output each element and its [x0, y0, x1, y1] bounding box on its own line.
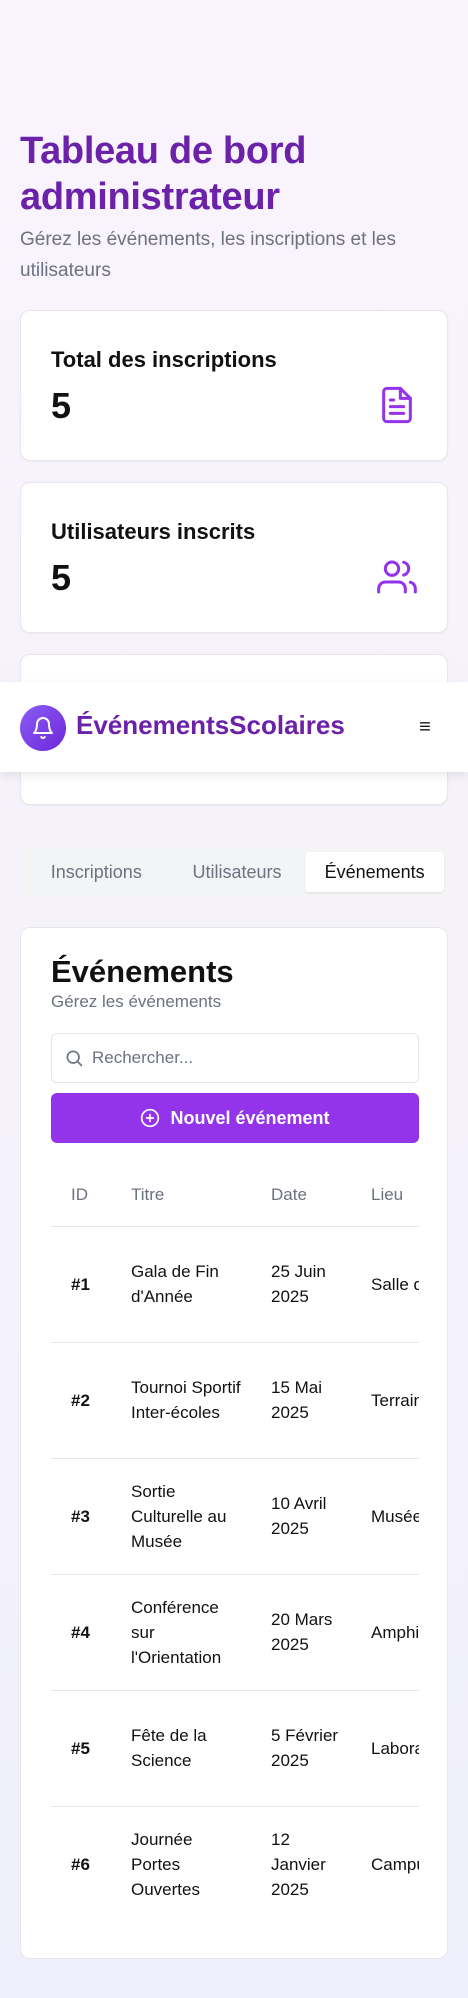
column-header-lieu: Lieu: [351, 1165, 419, 1227]
new-event-button[interactable]: Nouvel événement: [51, 1093, 419, 1143]
new-event-label: Nouvel événement: [170, 1107, 330, 1128]
events-title: Événements: [51, 954, 234, 989]
tabs: Inscriptions Utilisateurs Événements: [20, 848, 448, 896]
cell-id: #5: [51, 1690, 111, 1807]
cell-lieu: Laboratoire de l'école: [351, 1690, 419, 1807]
navbar: ÉvénementsScolaires ≡: [0, 682, 468, 772]
column-header-title: Titre: [111, 1165, 251, 1227]
cell-id: #4: [51, 1574, 111, 1691]
cell-date: 25 Juin 2025: [251, 1226, 351, 1343]
brand-name[interactable]: ÉvénementsScolaires: [76, 710, 345, 741]
events-table-scroll[interactable]: ID Titre Date Lieu #1 Gala de Fin d'Anné…: [51, 1165, 419, 1945]
stat-card-registrations: Total des inscriptions 5: [20, 310, 448, 461]
cell-id: #1: [51, 1226, 111, 1343]
search-box: [51, 1033, 419, 1083]
bell-icon[interactable]: [20, 705, 66, 751]
cell-lieu: Salle des Fêtes du Lycée: [351, 1226, 419, 1343]
hamburger-menu-icon[interactable]: ≡: [412, 715, 438, 739]
cell-title: Conférence sur l'Orientation: [111, 1574, 251, 1691]
users-icon: [377, 560, 417, 594]
cell-title: Gala de Fin d'Année: [111, 1226, 251, 1343]
events-description: Gérez les événements: [51, 992, 222, 1011]
stat-value: 5: [51, 385, 72, 426]
cell-date: 20 Mars 2025: [251, 1574, 351, 1691]
table-row[interactable]: #2 Tournoi Sportif Inter-écoles 15 Mai 2…: [51, 1342, 419, 1459]
stat-label: Utilisateurs inscrits: [51, 519, 256, 544]
column-header-id: ID: [51, 1165, 111, 1227]
search-icon: [66, 1050, 83, 1067]
table-row[interactable]: #3 Sortie Culturelle au Musée 10 Avril 2…: [51, 1458, 419, 1575]
search-input[interactable]: [92, 1034, 412, 1082]
cell-id: #3: [51, 1458, 111, 1575]
cell-id: #6: [71, 1854, 90, 1874]
events-table: ID Titre Date Lieu #1 Gala de Fin d'Anné…: [51, 1165, 419, 1922]
tab-utilisateurs[interactable]: Utilisateurs: [169, 852, 306, 892]
stat-card-users: Utilisateurs inscrits 5: [20, 482, 448, 633]
cell-title: Tournoi Sportif Inter-écoles: [111, 1342, 251, 1459]
cell-lieu: Amphithéâtre de l'école: [351, 1574, 419, 1691]
events-card: Événements Gérez les événements Nouvel é…: [20, 927, 448, 1959]
table-row[interactable]: #4 Conférence sur l'Orientation 20 Mars …: [51, 1574, 419, 1691]
cell-id: #2: [51, 1342, 111, 1459]
plus-circle-icon: [141, 1108, 160, 1128]
cell-date: 15 Mai 2025: [251, 1342, 351, 1459]
tab-inscriptions[interactable]: Inscriptions: [24, 852, 169, 892]
cell-title: Journée Portes Ouvertes: [131, 1829, 200, 1899]
stat-value: 5: [51, 557, 72, 598]
cell-date: 12 Janvier 2025: [271, 1829, 326, 1899]
cell-lieu: Musée National: [351, 1458, 419, 1575]
page-title: Tableau de bord administrateur: [20, 130, 307, 218]
cell-title: Fête de la Science: [111, 1690, 251, 1807]
page-header: Tableau de bord administrateur Gérez les…: [20, 128, 450, 286]
document-icon: [382, 386, 412, 424]
cell-date: 5 Février 2025: [251, 1690, 351, 1807]
table-row[interactable]: #6 Journée Portes Ouvertes 12 Janvier 20…: [51, 1806, 419, 1922]
column-header-date: Date: [251, 1165, 351, 1227]
table-row[interactable]: #5 Fête de la Science 5 Février 2025 Lab…: [51, 1690, 419, 1807]
table-header-row: ID Titre Date Lieu: [51, 1165, 419, 1227]
cell-lieu: Campus principal: [371, 1854, 419, 1874]
cell-lieu: Terrain de sport: [351, 1342, 419, 1459]
cell-date: 10 Avril 2025: [251, 1458, 351, 1575]
stat-label: Total des inscriptions: [51, 347, 277, 372]
tab-evenements[interactable]: Événements: [305, 852, 444, 892]
page-subtitle: Gérez les événements, les inscriptions e…: [20, 229, 396, 281]
table-row[interactable]: #1 Gala de Fin d'Année 25 Juin 2025 Sall…: [51, 1226, 419, 1343]
cell-title: Sortie Culturelle au Musée: [111, 1458, 251, 1575]
